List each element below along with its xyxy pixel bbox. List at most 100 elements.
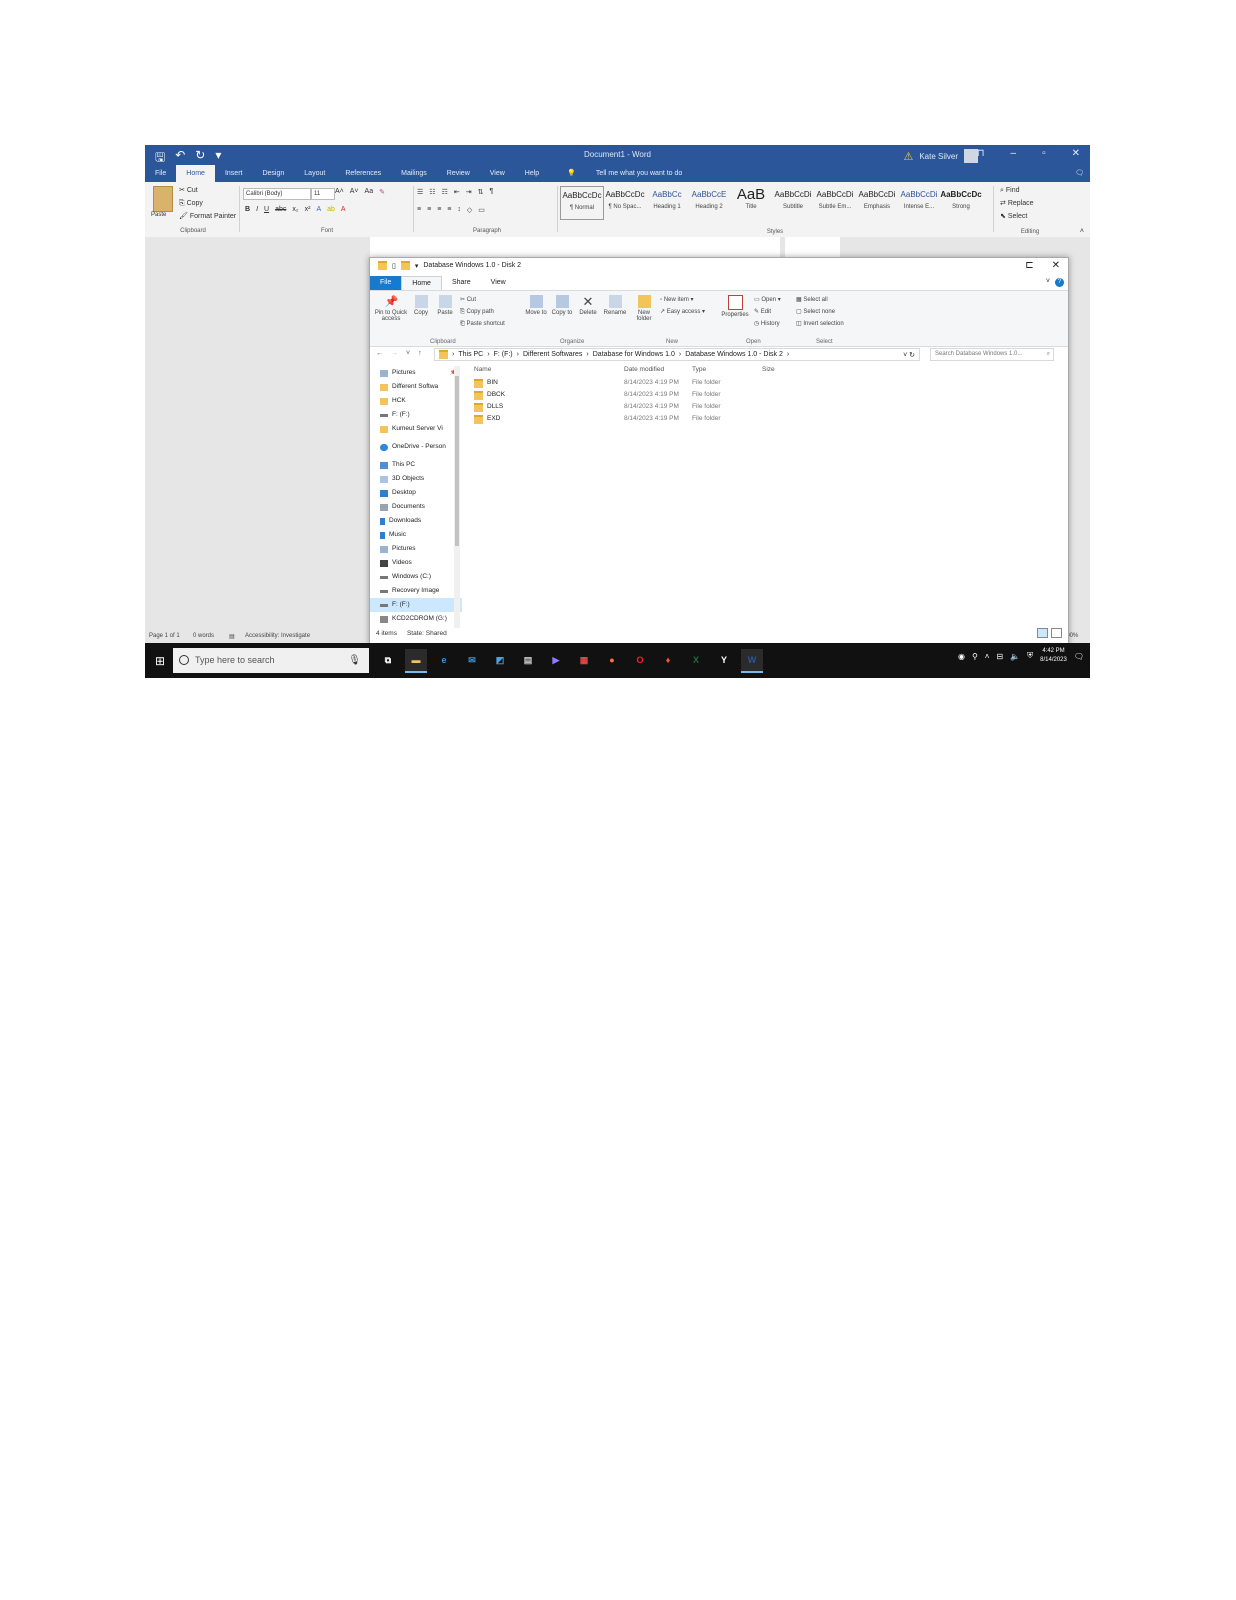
brave-icon[interactable]: ♦ [657, 649, 679, 671]
select-none-button[interactable]: ▢ Select none [796, 306, 844, 318]
nav-item[interactable]: Downloads [370, 514, 462, 528]
nav-item[interactable]: Music [370, 528, 462, 542]
table-row[interactable]: EXD 8/14/2023 4:19 PM File folder [466, 413, 1066, 425]
multilevel-list-icon[interactable]: ☶ [442, 188, 448, 196]
rename-button[interactable]: Rename [602, 295, 628, 316]
breadcrumb-this-pc[interactable]: This PC [458, 351, 483, 358]
tab-view[interactable]: View [481, 276, 516, 290]
nav-item[interactable]: Windows (C:) [370, 570, 462, 584]
excel-icon[interactable]: X [685, 649, 707, 671]
customize-qat-icon[interactable]: ▾ [415, 262, 419, 270]
increase-indent-icon[interactable]: ⇥ [466, 188, 472, 196]
align-left-icon[interactable]: ≡ [417, 206, 421, 214]
align-center-icon[interactable]: ≡ [427, 206, 431, 214]
style-no-spacing[interactable]: AaBbCcDc ¶ No Spac... [604, 186, 646, 218]
style-strong[interactable]: AaBbCcDc Strong [940, 186, 982, 218]
style-subtitle[interactable]: AaBbCcDi Subtitle [772, 186, 814, 218]
yandex-icon[interactable]: Y [713, 649, 735, 671]
nav-item[interactable]: F: (F:) [370, 408, 462, 422]
calendar-icon[interactable]: ▦ [573, 649, 595, 671]
minimize-icon[interactable]: – [1011, 148, 1017, 159]
style-heading-1[interactable]: AaBbCc Heading 1 [646, 186, 688, 218]
delete-button[interactable]: ✕ Delete [576, 295, 600, 316]
mail-icon[interactable]: ✉ [461, 649, 483, 671]
find-button[interactable]: ⌕ Find [1000, 184, 1034, 197]
file-explorer-icon[interactable]: ▬ [405, 649, 427, 673]
style-intense-emphasis[interactable]: AaBbCcDi Intense E... [898, 186, 940, 218]
font-color-icon[interactable]: A [341, 206, 346, 213]
forward-icon[interactable]: → [391, 350, 398, 357]
security-icon[interactable]: ⛨ [1027, 651, 1033, 661]
column-date[interactable]: Date modified [624, 363, 692, 377]
properties-button[interactable]: Properties [718, 295, 752, 318]
cut-button[interactable]: ✂ Cut [179, 184, 236, 197]
decrease-indent-icon[interactable]: ⇤ [454, 188, 460, 196]
justify-icon[interactable]: ≡ [447, 206, 451, 214]
new-item-button[interactable]: ▫ New item ▾ [660, 294, 705, 306]
shrink-font-icon[interactable]: A˅ [350, 188, 359, 196]
details-view-icon[interactable] [1037, 628, 1048, 638]
select-all-button[interactable]: ▦ Select all [796, 294, 844, 306]
nav-item[interactable]: Documents [370, 500, 462, 514]
clock[interactable]: 4:42 PM 8/14/2023 [1040, 647, 1067, 665]
cut-button[interactable]: ✂ Cut [460, 294, 505, 306]
style-heading-2[interactable]: AaBbCcE Heading 2 [688, 186, 730, 218]
nav-item[interactable]: Desktop [370, 486, 462, 500]
tab-review[interactable]: Review [437, 165, 480, 182]
breadcrumb-drive[interactable]: F: (F:) [494, 351, 513, 358]
opera-icon[interactable]: O [629, 649, 651, 671]
address-bar[interactable]: › This PC › F: (F:) › Different Software… [434, 348, 920, 361]
change-case-icon[interactable]: Aa [365, 188, 374, 196]
edit-button[interactable]: ✎ Edit [754, 306, 781, 318]
nav-item[interactable]: Different Softwa [370, 380, 462, 394]
maximize-icon[interactable]: ▫ [1042, 148, 1046, 159]
format-painter-button[interactable]: 🖌 Format Painter [179, 210, 236, 223]
collapse-ribbon-icon[interactable]: ˄ [1080, 228, 1084, 235]
superscript-icon[interactable]: x² [305, 206, 311, 213]
pilcrow-icon[interactable]: ¶ [489, 188, 493, 196]
subscript-icon[interactable]: x₂ [292, 206, 298, 213]
grow-font-icon[interactable]: A˄ [335, 188, 344, 196]
paste-icon[interactable] [153, 186, 173, 212]
tab-help[interactable]: Help [515, 165, 549, 182]
align-right-icon[interactable]: ≡ [437, 206, 441, 214]
people-icon[interactable]: ⚲ [972, 652, 978, 661]
page-count[interactable]: Page 1 of 1 [149, 633, 180, 639]
replace-button[interactable]: ⇄ Replace [1000, 197, 1034, 210]
up-icon[interactable]: ↑ [418, 350, 422, 357]
account-area[interactable]: ⚠ Kate Silver [903, 149, 978, 163]
nav-item[interactable]: OneDrive - Person [370, 440, 462, 454]
bold-icon[interactable]: B [245, 206, 250, 213]
photos-icon[interactable]: ◩ [489, 649, 511, 671]
invert-selection-button[interactable]: ◫ Invert selection [796, 318, 844, 330]
large-icons-view-icon[interactable] [1051, 628, 1062, 638]
edge-icon[interactable]: e [433, 649, 455, 671]
proofing-icon[interactable]: ▤ [229, 633, 235, 640]
nav-item[interactable]: Pictures [370, 542, 462, 556]
task-view-icon[interactable]: ⧉ [377, 649, 399, 671]
clear-format-icon[interactable]: ✎ [379, 188, 385, 196]
volume-icon[interactable]: 🔈 [1010, 652, 1020, 661]
network-icon[interactable]: ⊟ [996, 652, 1003, 661]
column-size[interactable]: Size [762, 363, 802, 377]
tab-view[interactable]: View [480, 165, 515, 182]
tab-references[interactable]: References [335, 165, 391, 182]
strikethrough-icon[interactable]: abc [275, 206, 286, 213]
style-emphasis[interactable]: AaBbCcDi Emphasis [856, 186, 898, 218]
tab-share[interactable]: Share [442, 276, 481, 290]
taskbar-search-box[interactable]: Type here to search 🎙 [173, 648, 369, 673]
pin-quick-access-button[interactable]: 📌 Pin to Quick access [374, 295, 408, 322]
firefox-icon[interactable]: ● [601, 649, 623, 671]
back-icon[interactable]: ← [376, 350, 383, 357]
tab-file[interactable]: File [370, 276, 402, 290]
style-normal[interactable]: AaBbCcDc ¶ Normal [560, 186, 604, 220]
open-button[interactable]: ▭ Open ▾ [754, 294, 781, 306]
font-size-select[interactable]: 11 [311, 188, 335, 200]
comment-icon[interactable]: 🗨 [1065, 165, 1090, 182]
ribbon-display-icon[interactable]: ⊓ [977, 148, 985, 159]
recent-locations-icon[interactable]: ˅ [406, 350, 410, 357]
document-page[interactable] [370, 237, 780, 257]
media-player-icon[interactable]: ▶ [545, 649, 567, 671]
breadcrumb-current-folder[interactable]: Database Windows 1.0 - Disk 2 [685, 351, 783, 358]
nav-item[interactable]: Pictures📌 [370, 366, 462, 380]
